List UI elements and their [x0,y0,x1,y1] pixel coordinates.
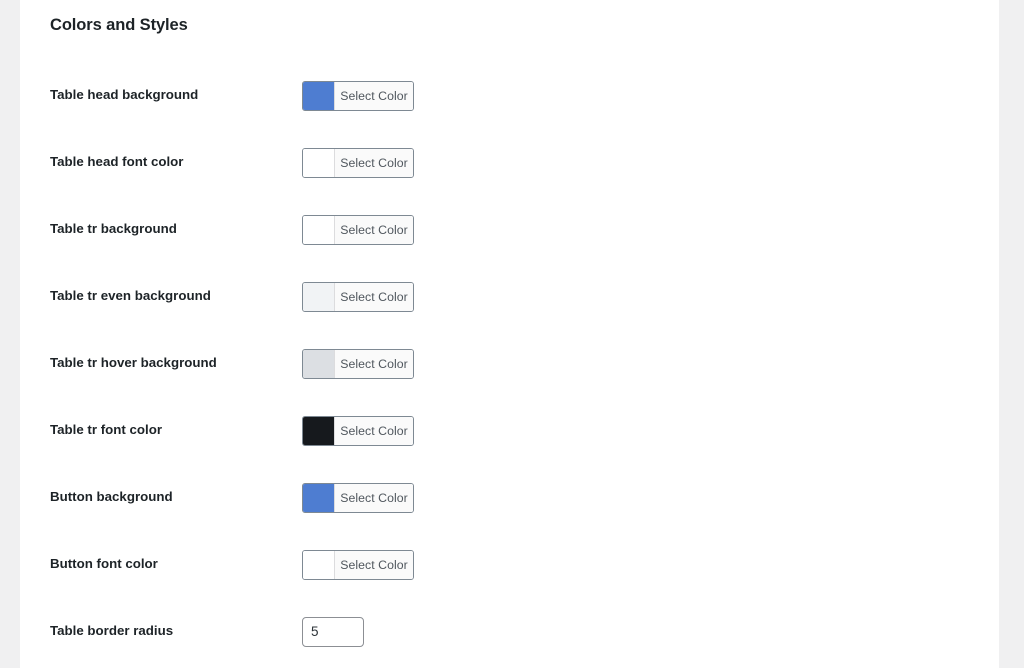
setting-control-button-background: Select Color [302,464,999,531]
settings-panel: Colors and Styles Table head background … [20,0,999,668]
select-color-label: Select Color [335,416,413,445]
setting-row-table-head-background: Table head background Select Color [20,62,999,129]
setting-row-table-head-font-color: Table head font color Select Color [20,129,999,196]
select-color-label: Select Color [335,81,413,110]
setting-label-table-head-font-color: Table head font color [50,154,184,170]
setting-control-table-border-radius [302,598,999,665]
setting-row-table-tr-font-color: Table tr font color Select Color [20,397,999,464]
setting-row-button-font-color: Button font color Select Color [20,531,999,598]
color-swatch-table-tr-even-background[interactable] [303,282,335,311]
setting-label-button-font-color: Button font color [50,556,158,572]
settings-rows: Table head background Select Color Table… [20,62,999,665]
setting-control-table-head-background: Select Color [302,62,999,129]
select-color-label: Select Color [335,550,413,579]
setting-label-table-tr-hover-background: Table tr hover background [50,355,217,371]
color-swatch-button-font-color[interactable] [303,550,335,579]
select-color-label: Select Color [335,349,413,378]
setting-control-table-tr-hover-background: Select Color [302,330,999,397]
color-picker-table-tr-background[interactable]: Select Color [302,214,414,245]
setting-row-table-border-radius: Table border radius [20,598,999,665]
color-picker-button-font-color[interactable]: Select Color [302,549,414,580]
setting-label-table-tr-background: Table tr background [50,221,177,237]
color-picker-table-tr-even-background[interactable]: Select Color [302,281,414,312]
colors-and-styles-form: Table head background Select Color Table… [20,62,999,665]
setting-label-table-border-radius: Table border radius [50,623,174,639]
left-gutter [0,0,20,668]
setting-control-table-tr-background: Select Color [302,196,999,263]
setting-label-table-head-background: Table head background [50,87,199,103]
setting-control-table-head-font-color: Select Color [302,129,999,196]
color-picker-table-tr-hover-background[interactable]: Select Color [302,348,414,379]
select-color-label: Select Color [335,215,413,244]
setting-label-button-background: Button background [50,489,173,505]
color-picker-table-tr-font-color[interactable]: Select Color [302,415,414,446]
color-swatch-table-head-background[interactable] [303,81,335,110]
color-swatch-table-tr-font-color[interactable] [303,416,335,445]
select-color-label: Select Color [335,282,413,311]
color-swatch-table-tr-hover-background[interactable] [303,349,335,378]
setting-label-table-tr-even-background: Table tr even background [50,288,211,304]
setting-label-table-tr-font-color: Table tr font color [50,422,163,438]
setting-row-table-tr-background: Table tr background Select Color [20,196,999,263]
table-border-radius-input[interactable] [302,616,364,647]
color-picker-table-head-font-color[interactable]: Select Color [302,147,414,178]
select-color-label: Select Color [335,148,413,177]
setting-control-button-font-color: Select Color [302,531,999,598]
color-swatch-table-head-font-color[interactable] [303,148,335,177]
page: Colors and Styles Table head background … [0,0,1024,668]
setting-row-table-tr-hover-background: Table tr hover background Select Color [20,330,999,397]
right-gutter [999,0,1024,668]
color-swatch-button-background[interactable] [303,483,335,512]
select-color-label: Select Color [335,483,413,512]
page-title: Colors and Styles [50,16,188,34]
setting-row-table-tr-even-background: Table tr even background Select Color [20,263,999,330]
color-picker-table-head-background[interactable]: Select Color [302,80,414,111]
setting-control-table-tr-font-color: Select Color [302,397,999,464]
color-picker-button-background[interactable]: Select Color [302,482,414,513]
setting-control-table-tr-even-background: Select Color [302,263,999,330]
setting-row-button-background: Button background Select Color [20,464,999,531]
color-swatch-table-tr-background[interactable] [303,215,335,244]
